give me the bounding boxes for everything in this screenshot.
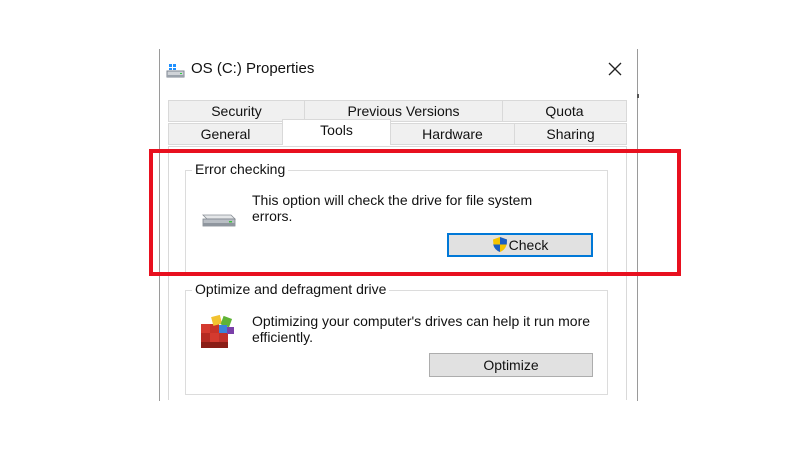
window-edge-mark (637, 94, 639, 98)
error-checking-heading: Error checking (192, 161, 289, 177)
optimize-description-line-2: efficiently. (252, 329, 313, 345)
error-checking-group: Error checking This option will check th… (185, 161, 608, 273)
optimize-description-line-1: Optimizing your computer's drives can he… (252, 313, 591, 329)
window-title: OS (C:) Properties (191, 60, 315, 77)
error-checking-description-line-1: This option will check the drive for fil… (252, 192, 533, 208)
close-button[interactable] (603, 57, 627, 81)
properties-dialog: OS (C:) Properties Security Previous Ver… (159, 49, 638, 401)
defragment-icon (199, 312, 237, 350)
error-checking-description-line-2: errors. (252, 208, 293, 224)
hard-drive-icon (199, 209, 237, 229)
optimize-button[interactable]: Optimize (429, 353, 593, 377)
optimize-heading: Optimize and defragment drive (192, 281, 390, 297)
tab-general[interactable]: General (168, 123, 283, 145)
close-icon (608, 62, 622, 76)
optimize-description: Optimizing your computer's drives can he… (252, 313, 597, 345)
error-checking-description: This option will check the drive for fil… (252, 192, 592, 224)
tab-quota[interactable]: Quota (502, 100, 627, 122)
tab-sharing[interactable]: Sharing (514, 123, 627, 145)
check-button[interactable]: Check (447, 233, 593, 257)
uac-shield-icon (492, 236, 508, 258)
tab-tools[interactable]: Tools (282, 119, 391, 145)
tab-hardware[interactable]: Hardware (390, 123, 515, 145)
optimize-group: Optimize and defragment drive Optimizing… (185, 281, 608, 395)
title-bar: OS (C:) Properties (160, 49, 637, 93)
check-button-label: Check (508, 237, 549, 253)
drive-icon (166, 62, 186, 80)
